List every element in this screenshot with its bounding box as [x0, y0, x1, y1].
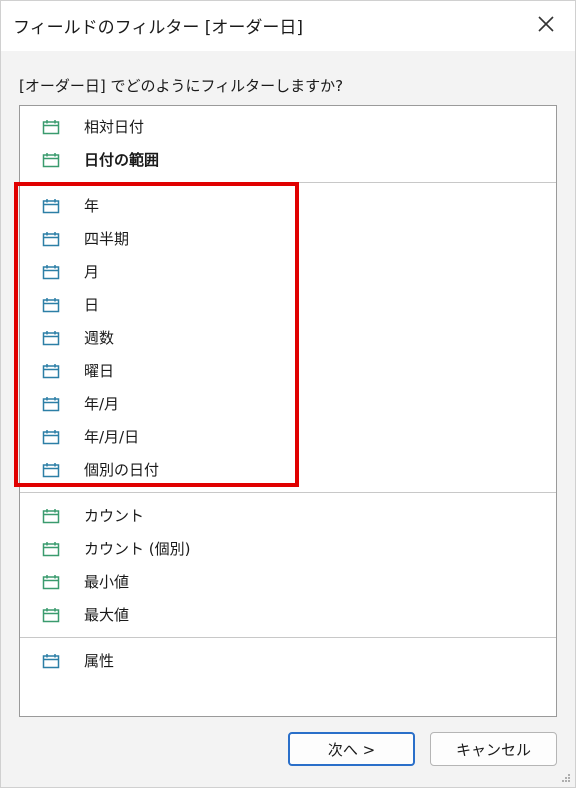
calendar-icon — [42, 119, 60, 135]
list-item[interactable]: 属性 — [20, 644, 556, 677]
list-item[interactable]: 年 — [20, 189, 556, 222]
list-item[interactable]: 相対日付 — [20, 110, 556, 143]
list-item-label: 月 — [84, 263, 100, 281]
list-item[interactable]: 年/月/日 — [20, 420, 556, 453]
list-item[interactable]: 最小値 — [20, 565, 556, 598]
list-item-label: 属性 — [84, 652, 115, 670]
list-separator — [20, 637, 556, 638]
list-item[interactable]: 四半期 — [20, 222, 556, 255]
list-item[interactable]: 日付の範囲 — [20, 143, 556, 176]
list-item-label: 最小値 — [84, 573, 130, 591]
list-item-label: 最大値 — [84, 606, 130, 624]
calendar-icon — [42, 198, 60, 214]
list-item-label: 年/月 — [84, 395, 120, 413]
list-separator — [20, 182, 556, 183]
list-item[interactable]: 月 — [20, 255, 556, 288]
list-item[interactable]: 最大値 — [20, 598, 556, 631]
resize-grip-icon[interactable] — [561, 773, 571, 783]
list-item-label: 日付の範囲 — [84, 151, 160, 169]
list-item-label: 年/月/日 — [84, 428, 140, 446]
calendar-icon — [42, 541, 60, 557]
filter-type-list[interactable]: 相対日付日付の範囲年四半期月日週数曜日年/月年/月/日個別の日付カウントカウント… — [19, 105, 557, 717]
list-item-label: 週数 — [84, 329, 115, 347]
calendar-icon — [42, 574, 60, 590]
list-item-label: カウント (個別) — [84, 540, 191, 558]
calendar-icon — [42, 363, 60, 379]
calendar-icon — [42, 429, 60, 445]
list-item-label: 年 — [84, 197, 100, 215]
calendar-icon — [42, 508, 60, 524]
list-item-label: 日 — [84, 296, 100, 314]
list-item-label: 曜日 — [84, 362, 115, 380]
list-item-label: 個別の日付 — [84, 461, 160, 479]
list-item-label: 相対日付 — [84, 118, 145, 136]
calendar-icon — [42, 653, 60, 669]
calendar-icon — [42, 264, 60, 280]
list-item[interactable]: カウント — [20, 499, 556, 532]
filter-prompt: [オーダー日] でどのようにフィルターしますか? — [19, 77, 344, 95]
calendar-icon — [42, 297, 60, 313]
cancel-button[interactable]: キャンセル — [430, 732, 557, 766]
calendar-icon — [42, 396, 60, 412]
calendar-icon — [42, 462, 60, 478]
list-item[interactable]: 年/月 — [20, 387, 556, 420]
list-item-label: 四半期 — [84, 230, 130, 248]
list-item[interactable]: 曜日 — [20, 354, 556, 387]
calendar-icon — [42, 152, 60, 168]
filter-dialog: フィールドのフィルター [オーダー日] [オーダー日] でどのようにフィルターし… — [0, 0, 576, 788]
calendar-icon — [42, 330, 60, 346]
calendar-icon — [42, 231, 60, 247]
list-separator — [20, 492, 556, 493]
next-button[interactable]: 次へ > — [288, 732, 415, 766]
list-item[interactable]: カウント (個別) — [20, 532, 556, 565]
list-item[interactable]: 日 — [20, 288, 556, 321]
calendar-icon — [42, 607, 60, 623]
list-item-label: カウント — [84, 507, 145, 525]
list-item[interactable]: 週数 — [20, 321, 556, 354]
title-bar: フィールドのフィルター [オーダー日] — [1, 1, 575, 51]
close-icon[interactable] — [531, 9, 561, 39]
dialog-title: フィールドのフィルター [オーダー日] — [13, 18, 303, 38]
list-item[interactable]: 個別の日付 — [20, 453, 556, 486]
